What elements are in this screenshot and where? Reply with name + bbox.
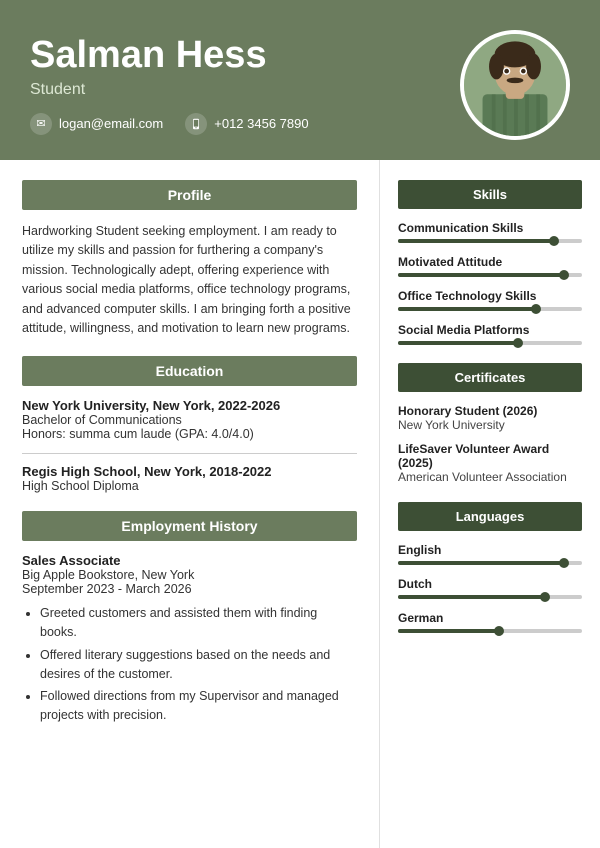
emp-bullet-1: Greeted customers and assisted them with… (40, 604, 357, 642)
candidate-name: Salman Hess (30, 35, 460, 77)
skill-3: Office Technology Skills (398, 289, 582, 311)
phone-icon (185, 113, 207, 135)
emp-bullets-1: Greeted customers and assisted them with… (22, 604, 357, 725)
lang-dot-3 (494, 626, 504, 636)
skill-dot-3 (531, 304, 541, 314)
header-contacts: ✉ logan@email.com +012 3456 7890 (30, 113, 460, 135)
lang-fill-2 (398, 595, 545, 599)
emp-entry-1: Sales Associate Big Apple Bookstore, New… (22, 553, 357, 725)
cert-org-2: American Volunteer Association (398, 470, 582, 484)
profile-text: Hardworking Student seeking employment. … (22, 222, 357, 338)
header-info: Salman Hess Student ✉ logan@email.com +0… (30, 35, 460, 135)
right-column: Skills Communication Skills Motivated At… (380, 160, 600, 848)
skill-dot-1 (549, 236, 559, 246)
skill-fill-4 (398, 341, 518, 345)
phone-contact: +012 3456 7890 (185, 113, 308, 135)
edu-school-2: Regis High School, New York, 2018-2022 (22, 464, 357, 479)
employment-header: Employment History (22, 511, 357, 541)
skill-label-1: Communication Skills (398, 221, 582, 235)
phone-text: +012 3456 7890 (214, 116, 308, 131)
lang-bar-2 (398, 595, 582, 599)
left-column: Profile Hardworking Student seeking empl… (0, 160, 380, 848)
skill-1: Communication Skills (398, 221, 582, 243)
emp-dates-1: September 2023 - March 2026 (22, 582, 357, 596)
skill-fill-3 (398, 307, 536, 311)
lang-label-3: German (398, 611, 582, 625)
profile-header: Profile (22, 180, 357, 210)
education-header: Education (22, 356, 357, 386)
lang-fill-3 (398, 629, 499, 633)
edu-divider (22, 453, 357, 454)
skill-dot-4 (513, 338, 523, 348)
lang-bar-1 (398, 561, 582, 565)
lang-bar-3 (398, 629, 582, 633)
candidate-title: Student (30, 81, 460, 99)
cert-title-2: LifeSaver Volunteer Award (2025) (398, 442, 582, 470)
lang-dot-1 (559, 558, 569, 568)
skill-label-3: Office Technology Skills (398, 289, 582, 303)
edu-school-1: New York University, New York, 2022-2026 (22, 398, 357, 413)
certificates-header: Certificates (398, 363, 582, 392)
employment-section: Employment History Sales Associate Big A… (22, 511, 357, 725)
skill-2: Motivated Attitude (398, 255, 582, 277)
lang-dot-2 (540, 592, 550, 602)
skill-label-4: Social Media Platforms (398, 323, 582, 337)
candidate-photo (460, 30, 570, 140)
header: Salman Hess Student ✉ logan@email.com +0… (0, 0, 600, 160)
lang-1: English (398, 543, 582, 565)
skill-4: Social Media Platforms (398, 323, 582, 345)
languages-header: Languages (398, 502, 582, 531)
skill-dot-2 (559, 270, 569, 280)
cert-1: Honorary Student (2026) New York Univers… (398, 404, 582, 432)
email-icon: ✉ (30, 113, 52, 135)
profile-section: Profile Hardworking Student seeking empl… (22, 180, 357, 338)
languages-section: Languages English Dutch German (398, 502, 582, 633)
edu-entry-1: New York University, New York, 2022-2026… (22, 398, 357, 441)
edu-honors-1: Honors: summa cum laude (GPA: 4.0/4.0) (22, 427, 357, 441)
edu-degree-2: High School Diploma (22, 479, 357, 493)
skill-label-2: Motivated Attitude (398, 255, 582, 269)
lang-label-2: Dutch (398, 577, 582, 591)
certificates-section: Certificates Honorary Student (2026) New… (398, 363, 582, 484)
lang-fill-1 (398, 561, 564, 565)
lang-label-1: English (398, 543, 582, 557)
cert-title-1: Honorary Student (2026) (398, 404, 582, 418)
lang-2: Dutch (398, 577, 582, 599)
emp-bullet-2: Offered literary suggestions based on th… (40, 646, 357, 684)
email-text: logan@email.com (59, 116, 163, 131)
education-section: Education New York University, New York,… (22, 356, 357, 493)
skill-fill-2 (398, 273, 564, 277)
edu-degree-1: Bachelor of Communications (22, 413, 357, 427)
cert-2: LifeSaver Volunteer Award (2025) America… (398, 442, 582, 484)
skill-bar-4 (398, 341, 582, 345)
lang-3: German (398, 611, 582, 633)
skill-bar-2 (398, 273, 582, 277)
skill-fill-1 (398, 239, 554, 243)
emp-title-1: Sales Associate (22, 553, 357, 568)
cert-org-1: New York University (398, 418, 582, 432)
skills-section: Skills Communication Skills Motivated At… (398, 180, 582, 345)
main-content: Profile Hardworking Student seeking empl… (0, 160, 600, 848)
email-contact: ✉ logan@email.com (30, 113, 163, 135)
skill-bar-3 (398, 307, 582, 311)
skill-bar-1 (398, 239, 582, 243)
emp-company-1: Big Apple Bookstore, New York (22, 568, 357, 582)
skills-header: Skills (398, 180, 582, 209)
edu-entry-2: Regis High School, New York, 2018-2022 H… (22, 464, 357, 493)
emp-bullet-3: Followed directions from my Supervisor a… (40, 687, 357, 725)
